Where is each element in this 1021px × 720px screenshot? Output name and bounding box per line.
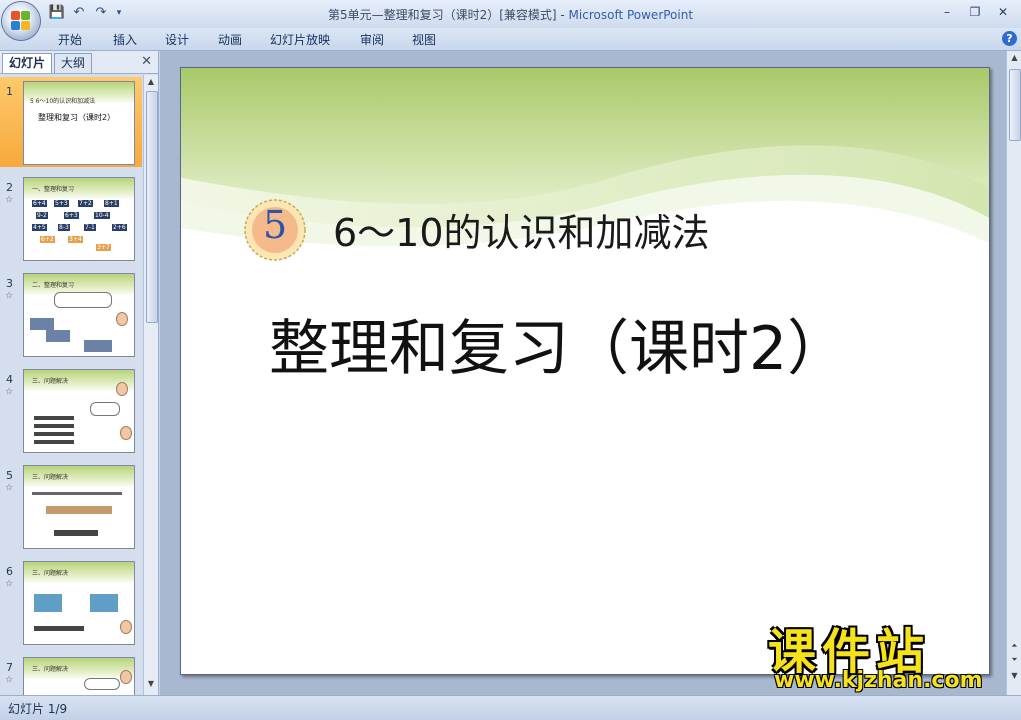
tab-review[interactable]: 审阅	[360, 31, 384, 48]
slide-thumbnail-7[interactable]: 7 ☆ 三、问题解决	[0, 653, 142, 695]
slide-canvas[interactable]: 5 6～10的认识和加减法 整理和复习（课时2）	[180, 67, 990, 675]
thumb-heading: 三、问题解决	[32, 474, 69, 481]
slide-thumbnail-4[interactable]: 4 ☆ 三、问题解决	[0, 365, 142, 455]
pane-tabs: 幻灯片 大纲 ✕	[0, 51, 158, 74]
watermark-logo: 课件站 www.kjzhan.com	[760, 612, 1010, 696]
thumb-unit-title: 5 6～10的认识和加减法	[30, 98, 96, 105]
slide-thumb-image: 5 6～10的认识和加减法 整理和复习（课时2）	[23, 81, 135, 165]
animation-star-icon: ☆	[5, 579, 14, 589]
tab-home[interactable]: 开始	[58, 31, 82, 48]
slide-thumb-image: 二、整理和复习	[23, 273, 135, 357]
thumb-heading: 二、整理和复习	[32, 282, 75, 289]
slide-editor: 5 6～10的认识和加减法 整理和复习（课时2）	[160, 51, 1006, 695]
thumb-heading: 三、问题解决	[32, 378, 69, 385]
slide-thumb-image: 三、问题解决	[23, 465, 135, 549]
application-name: Microsoft PowerPoint	[568, 8, 694, 22]
scrollbar-thumb[interactable]	[146, 91, 158, 323]
tab-design[interactable]: 设计	[165, 31, 189, 48]
unit-title: 6～10的认识和加减法	[333, 211, 710, 255]
animation-star-icon: ☆	[5, 483, 14, 493]
scroll-down-icon[interactable]: ▼	[1009, 671, 1020, 680]
window-title: 第5单元—整理和复习（课时2）[兼容模式] - Microsoft PowerP…	[0, 6, 1021, 23]
animation-star-icon: ☆	[5, 291, 14, 301]
thumbnail-scrollbar[interactable]: ▲ ▼	[143, 75, 158, 695]
close-pane-icon[interactable]: ✕	[141, 54, 152, 69]
thumb-heading: 三、问题解决	[32, 570, 69, 577]
tab-animations[interactable]: 动画	[218, 31, 242, 48]
slide-thumbnail-5[interactable]: 5 ☆ 三、问题解决	[0, 461, 142, 551]
watermark-url: www.kjzhan.com	[774, 668, 983, 693]
status-bar: 幻灯片 1/9	[0, 695, 1021, 720]
slide-thumb-image: 三、问题解决	[23, 369, 135, 453]
title-separator: -	[556, 8, 569, 22]
slide-thumb-image: 一、整理和复习 6+4 5+3 7+2 8+1 9-2 6+3 10-4 4+5 8-3 7-…	[23, 177, 135, 261]
slide-thumbnail-2[interactable]: 2 ☆ 一、整理和复习 6+4 5+3 7+2 8+1 9-2 6+3 10-4 4+5 8…	[0, 173, 142, 263]
tab-slideshow[interactable]: 幻灯片放映	[270, 31, 330, 48]
document-title: 第5单元—整理和复习（课时2）[兼容模式]	[327, 8, 557, 22]
next-slide-icon[interactable]: ⏷	[1009, 655, 1020, 665]
scrollbar-thumb[interactable]	[1009, 69, 1021, 141]
slide-number: 4	[6, 373, 13, 386]
tab-view[interactable]: 视图	[412, 31, 436, 48]
slides-pane: 幻灯片 大纲 ✕ 1 5 6～10的认识和加减法 整理和复习（课时2） 2 ☆ …	[0, 51, 159, 695]
slide-thumbnail-1[interactable]: 1 5 6～10的认识和加减法 整理和复习（课时2）	[0, 77, 142, 167]
slide-thumbnail-3[interactable]: 3 ☆ 二、整理和复习	[0, 269, 142, 359]
slide-thumbnail-6[interactable]: 6 ☆ 三、问题解决	[0, 557, 142, 647]
unit-number: 5	[263, 203, 288, 247]
thumb-lesson-title: 整理和复习（课时2）	[38, 113, 116, 122]
restore-icon[interactable]: ❐	[963, 3, 987, 21]
slide-thumbnail-list: 1 5 6～10的认识和加减法 整理和复习（课时2） 2 ☆ 一、整理和复习 6…	[0, 75, 142, 695]
office-button[interactable]	[2, 2, 40, 40]
slide-number: 1	[6, 85, 13, 98]
help-icon[interactable]: ?	[1002, 31, 1017, 46]
slide-thumb-image: 三、问题解决	[23, 561, 135, 645]
tab-slides[interactable]: 幻灯片	[2, 53, 53, 73]
slide-number: 3	[6, 277, 13, 290]
ribbon-tabs: 开始 插入 设计 动画 幻灯片放映 审阅 视图 ?	[0, 28, 1021, 51]
slide-indicator: 幻灯片 1/9	[8, 702, 68, 716]
slide-thumb-image: 三、问题解决	[23, 657, 135, 695]
title-bar: 💾 ↶ ↷ ▾ 第5单元—整理和复习（课时2）[兼容模式] - Microsof…	[0, 0, 1021, 28]
editor-scrollbar[interactable]: ▲ ⏶ ⏷ ▼	[1006, 51, 1021, 695]
previous-slide-icon[interactable]: ⏶	[1009, 641, 1020, 651]
slide-number: 2	[6, 181, 13, 194]
slide-number: 6	[6, 565, 13, 578]
animation-star-icon: ☆	[5, 195, 14, 205]
animation-star-icon: ☆	[5, 387, 14, 397]
lesson-title: 整理和复习（课时2）	[269, 314, 848, 384]
tab-outline[interactable]: 大纲	[54, 53, 93, 73]
animation-star-icon: ☆	[5, 675, 14, 685]
slide-number: 7	[6, 661, 13, 674]
scroll-up-icon[interactable]: ▲	[146, 77, 156, 87]
window-controls: – ❐ ✕	[935, 3, 1015, 21]
scroll-down-icon[interactable]: ▼	[146, 679, 156, 689]
scroll-up-icon[interactable]: ▲	[1009, 53, 1020, 62]
close-window-icon[interactable]: ✕	[991, 3, 1015, 21]
slide-number: 5	[6, 469, 13, 482]
tab-insert[interactable]: 插入	[113, 31, 137, 48]
thumb-heading: 三、问题解决	[32, 666, 69, 673]
minimize-icon[interactable]: –	[935, 3, 959, 21]
office-logo-icon	[11, 11, 31, 31]
thumb-heading: 一、整理和复习	[32, 186, 75, 193]
